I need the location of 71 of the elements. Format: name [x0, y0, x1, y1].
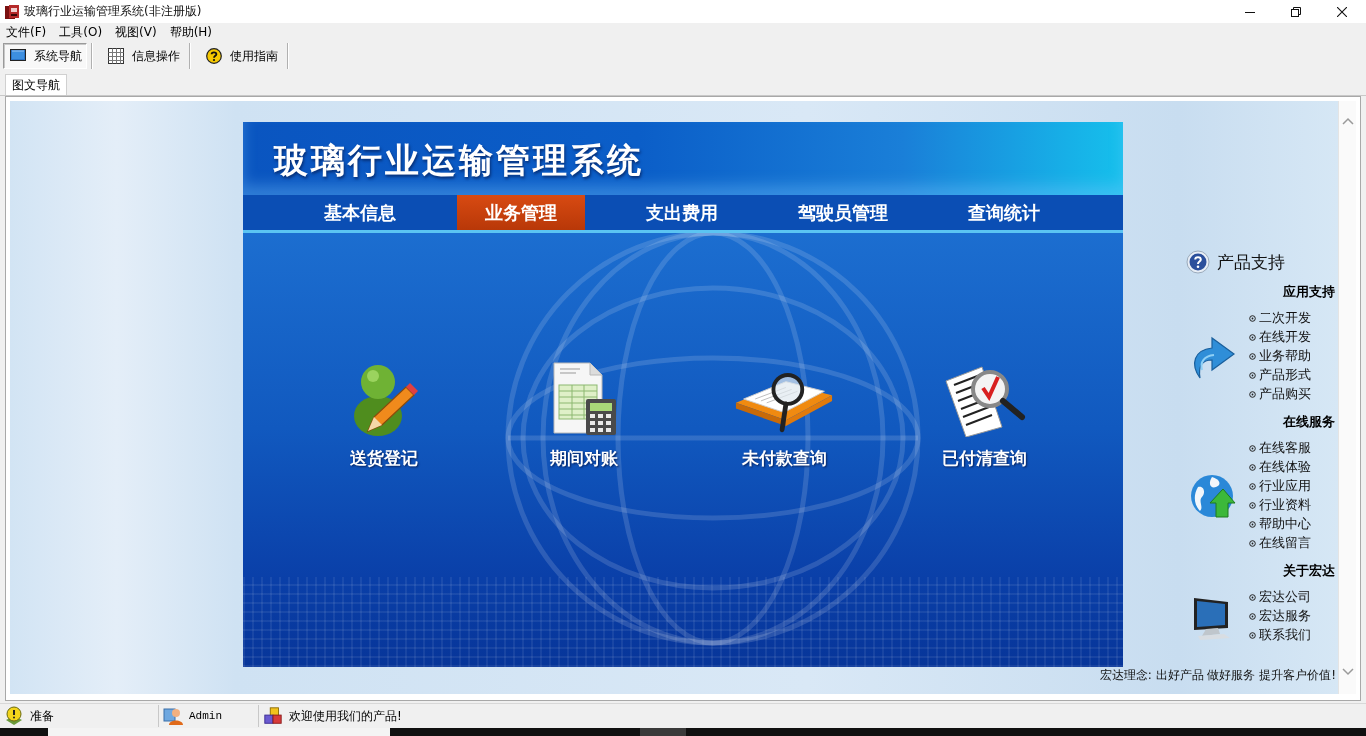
bullet-icon	[1249, 391, 1256, 398]
support-link[interactable]: 在线客服	[1249, 439, 1311, 458]
banner-nav-tab[interactable]: 支出费用	[618, 195, 746, 230]
support-link[interactable]: 业务帮助	[1249, 347, 1311, 366]
toolbar-button[interactable]: 使用指南	[199, 43, 283, 69]
support-link[interactable]: 在线开发	[1249, 328, 1311, 347]
menu-item[interactable]: 视图(V)	[109, 23, 163, 41]
section-title: 应用支持	[1282, 284, 1336, 300]
support-link[interactable]: 宏达公司	[1249, 588, 1311, 607]
help-icon	[206, 48, 222, 64]
close-icon	[1337, 6, 1347, 17]
monitor-icon	[10, 48, 26, 64]
function-tile[interactable]: 送货登记	[309, 361, 459, 470]
function-tile[interactable]: 未付款查询	[709, 361, 859, 470]
support-link[interactable]: 二次开发	[1249, 309, 1311, 328]
banner-nav-tab[interactable]: 基本信息	[296, 195, 424, 230]
bullet-icon	[1249, 315, 1256, 322]
globe-icon	[1190, 473, 1236, 519]
support-title: 产品支持	[1217, 250, 1285, 274]
bullet-icon	[1249, 483, 1256, 490]
bullet-icon	[1249, 334, 1256, 341]
bullet-icon	[1249, 464, 1256, 471]
taskbar-search-field[interactable]	[48, 728, 390, 736]
function-tile[interactable]: 期间对账	[509, 361, 659, 470]
support-link[interactable]: 产品形式	[1249, 366, 1311, 385]
support-link[interactable]: 联系我们	[1249, 626, 1311, 645]
support-link[interactable]: 在线留言	[1249, 534, 1311, 553]
banner-nav-tab[interactable]: 驾驶员管理	[779, 195, 907, 230]
support-link[interactable]: 行业资料	[1249, 496, 1311, 515]
bullet-icon	[1249, 613, 1256, 620]
function-tile[interactable]: 已付清查询	[909, 361, 1059, 470]
tab[interactable]: 图文导航	[5, 74, 67, 95]
taskbar-button[interactable]	[640, 728, 686, 736]
window-title: 玻璃行业运输管理系统(非注册版)	[24, 3, 202, 20]
bullet-icon	[1249, 632, 1256, 639]
bullet-icon	[1249, 594, 1256, 601]
menu-item[interactable]: 文件(F)	[0, 23, 53, 41]
bullet-icon	[1249, 540, 1256, 547]
grid-icon	[108, 48, 124, 64]
support-link[interactable]: 在线体验	[1249, 458, 1311, 477]
support-link[interactable]: 产品购买	[1249, 385, 1311, 404]
restore-icon	[1291, 6, 1301, 17]
toolbar-button[interactable]: 信息操作	[101, 43, 185, 69]
bullet-icon	[1249, 502, 1256, 509]
bullet-icon	[1249, 353, 1256, 360]
status-text: 准备	[30, 707, 54, 725]
status-text: 欢迎使用我们的产品!	[289, 707, 402, 725]
app-icon	[4, 3, 20, 20]
section-title: 在线服务	[1282, 414, 1336, 430]
status-text: Admin	[189, 710, 222, 722]
ready-icon	[4, 706, 24, 726]
scroll-up-icon[interactable]	[1341, 117, 1354, 125]
toolbar-button[interactable]: 系统导航	[3, 43, 87, 69]
bullet-icon	[1249, 372, 1256, 379]
scroll-down-icon[interactable]	[1341, 668, 1354, 676]
banner-nav-tab[interactable]: 查询统计	[940, 195, 1068, 230]
slogan-text: 宏达理念: 出好产品 做好服务 提升客户价值!	[1099, 667, 1336, 683]
menu-item[interactable]: 帮助(H)	[163, 23, 219, 41]
bullet-icon	[1249, 445, 1256, 452]
menu-item[interactable]: 工具(O)	[53, 23, 109, 41]
banner-nav-tab[interactable]: 业务管理	[457, 195, 585, 230]
blocks-icon	[263, 706, 283, 726]
vertical-scrollbar[interactable]	[1338, 101, 1356, 694]
user-icon	[163, 706, 183, 726]
banner-title: 玻璃行业运输管理系统	[274, 138, 644, 182]
bullet-icon	[1249, 521, 1256, 528]
section-title: 关于宏达	[1282, 563, 1336, 579]
support-link[interactable]: 帮助中心	[1249, 515, 1311, 534]
support-link[interactable]: 行业应用	[1249, 477, 1311, 496]
support-link[interactable]: 宏达服务	[1249, 607, 1311, 626]
help-icon	[1186, 250, 1210, 274]
